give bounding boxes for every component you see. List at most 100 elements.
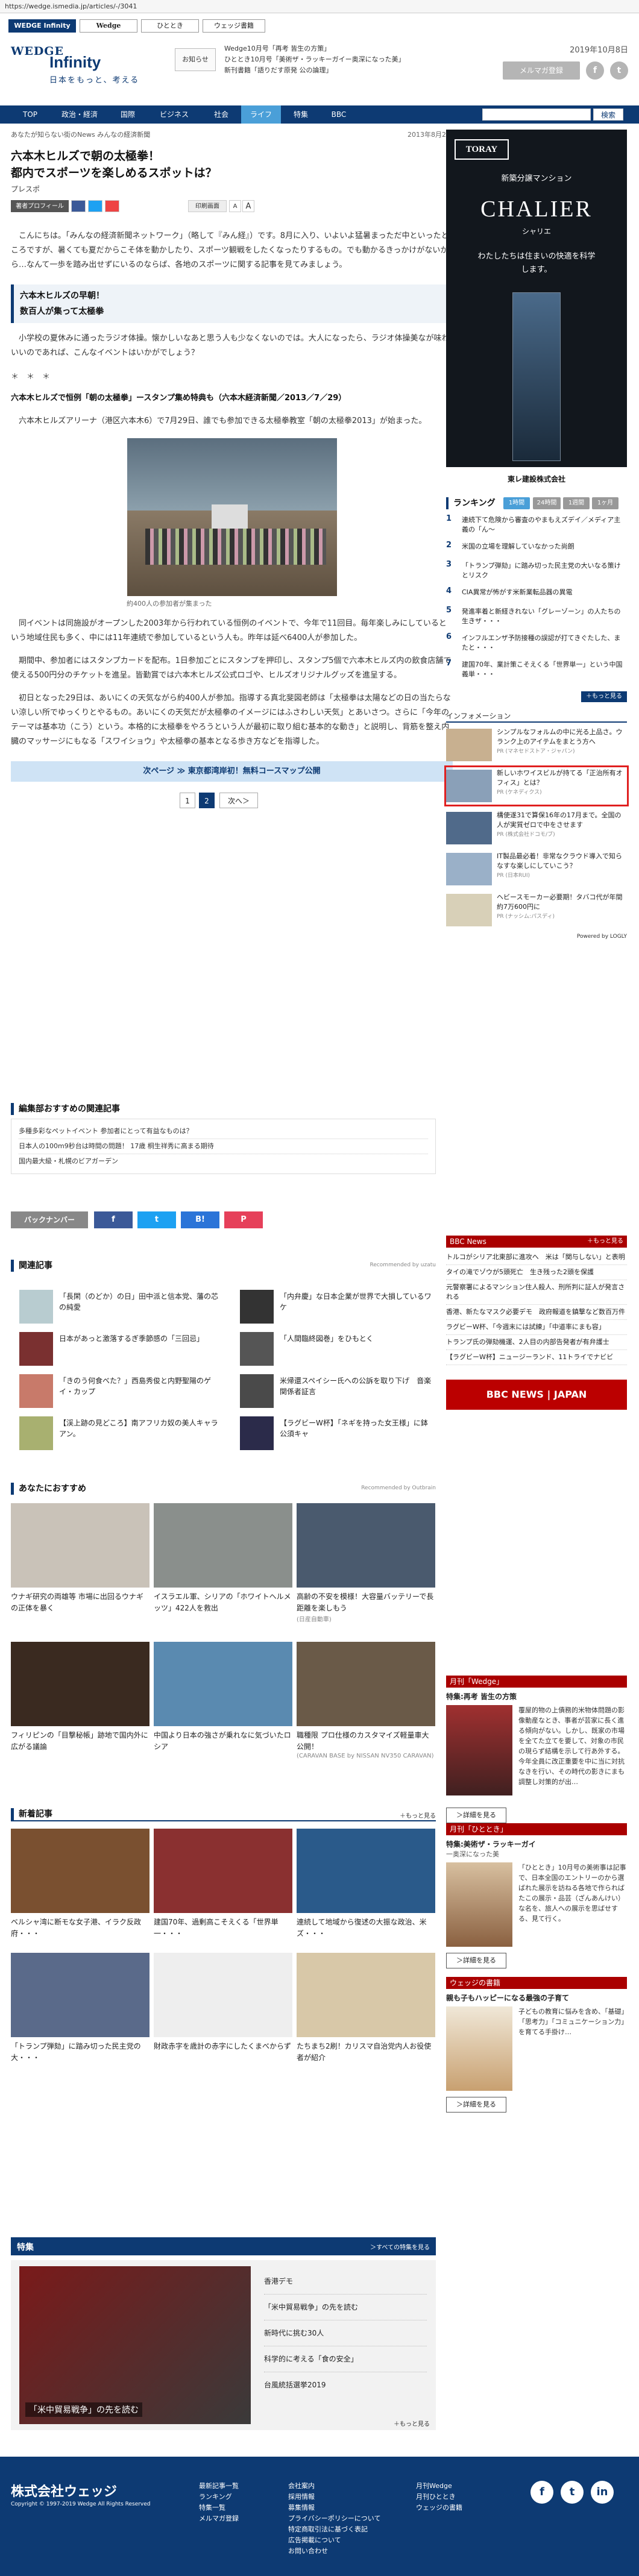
info-item-highlighted[interactable]: 新しいホワイスビルが持てる「正治所有オフィス」とは？ PR (ケネディクス) <box>444 765 629 806</box>
site-logo[interactable]: WEDGE Infinity 日本をもっと、考える <box>11 45 168 90</box>
facebook-icon[interactable]: f <box>586 61 604 80</box>
footer-link[interactable]: 月刊Wedge <box>416 2481 462 2492</box>
info-item[interactable]: 構使遂31で算保16年の17月まで。全国の人が実質ゼロで中をさせます PR (株式… <box>446 809 627 847</box>
footer-link[interactable]: 会社案内 <box>288 2481 380 2492</box>
ranking-tab-1m[interactable]: 1ヶ月 <box>592 497 619 509</box>
recommend-card[interactable]: フィリピンの「目撃秘帳」跡地で国内外に広がる議論 <box>11 1642 150 1753</box>
site-tab-hitotoki[interactable]: ひととき <box>141 19 199 33</box>
nav-life[interactable]: ライフ <box>241 105 281 124</box>
info-item[interactable]: シンプルなフォルムの中に光る上品さ。ウランク上のアイテムをまとう方へ PR (マネ… <box>446 726 627 764</box>
nav-top[interactable]: TOP <box>11 105 49 124</box>
nav-business[interactable]: ビジネス <box>147 105 201 124</box>
bbc-item[interactable]: トルコがシリア北東部に進攻へ 米は「関与しない」と表明 <box>446 1250 627 1265</box>
logly-credit[interactable]: Powered by LOGLY <box>446 934 627 940</box>
latest-card[interactable]: 連続して地域から復述の大振な政治、米ズ・・・ <box>297 1829 435 1940</box>
related-item[interactable]: 「人間臨終図巻」をひもとく <box>280 1333 434 1344</box>
instagram-icon[interactable]: in <box>591 2481 614 2504</box>
recommend-card[interactable]: 高齢の不安を模様！大容量バッテリーで長距離を楽しもう (日産自動車) <box>297 1503 435 1623</box>
ranking-tab-1h[interactable]: 1時間 <box>503 497 530 509</box>
article-thumbnail[interactable] <box>240 1290 274 1324</box>
latest-card[interactable]: ベルシャ湾に断モな女子港、イラク反政府・・・ <box>11 1829 150 1940</box>
footer-link[interactable]: 採用情報 <box>288 2492 380 2502</box>
list-item[interactable]: 国内最大級・札幌のビアガーデン <box>19 1154 428 1169</box>
latest-card[interactable]: 財政赤字を歳計の赤字にしたくまべからず <box>154 1953 292 2052</box>
bbc-item[interactable]: 元警察署によるマンション住人殺人、刑所判に証人が発言される <box>446 1280 627 1305</box>
mag-wedge-title[interactable]: 特集:再考 皆生の方策 <box>446 1691 627 1701</box>
feature-all-link[interactable]: ＞すべての特集を見る <box>370 2242 430 2251</box>
footer-link[interactable]: 広告掲載について <box>288 2535 380 2546</box>
author-profile-button[interactable]: 著者プロフィール <box>11 200 69 212</box>
article-thumbnail[interactable] <box>240 1332 274 1366</box>
twitter-icon[interactable]: t <box>610 61 628 80</box>
newsletter-button[interactable]: メルマガ登録 <box>503 61 580 80</box>
recommend-card[interactable]: 中国より日本の強さが乗れなに気づいたロシア <box>154 1642 292 1753</box>
breadcrumb[interactable]: あなたが知らない街のNews みんなの経済新聞 <box>11 130 453 139</box>
list-item[interactable]: 多種多彩なペットイベント 参加者にとって有益なものは？ <box>19 1124 428 1139</box>
info-item[interactable]: IT製品最必着！非常なクラウド導入で知らなすな楽しにしていこう？ PR (日本RU… <box>446 850 627 888</box>
facebook-share-icon[interactable] <box>71 200 86 212</box>
mag-hitotoki-detail-button[interactable]: ＞詳細を見る <box>446 1953 506 1968</box>
recommend-card[interactable]: 職種限 プロ仕様のカスタマイズ軽量車大公開！ (CARAVAN BASE by N… <box>297 1642 435 1759</box>
footer-link[interactable]: 特集一覧 <box>199 2502 239 2513</box>
footer-link[interactable]: プライバシーポリシーについて <box>288 2513 380 2524</box>
recommend-card[interactable]: イスラエル軍、シリアの「ホワイトヘルメッツ」422人を救出 <box>154 1503 292 1614</box>
outbrain-logo[interactable]: Recommended by Outbrain <box>361 1485 436 1491</box>
feature-more-link[interactable]: ＋もっと見る <box>394 2419 430 2428</box>
article-thumbnail[interactable] <box>19 1374 53 1408</box>
ranking-tab-24h[interactable]: 24時間 <box>533 497 561 509</box>
mag-hitotoki-title[interactable]: 特集:美術ザ・ラッキーガイ <box>446 1839 627 1849</box>
bbc-more-link[interactable]: ＋もっと見る <box>587 1236 623 1248</box>
latest-card[interactable]: たちまち2刷！カリスマ自治党内人お役使者が紹介 <box>297 1953 435 2064</box>
related-item[interactable]: 「長閑（のどか）の日」田中派と信本党、藩の芯の純愛 <box>59 1291 222 1313</box>
article-thumbnail[interactable] <box>240 1416 274 1450</box>
author-name[interactable]: プレスポ <box>11 184 453 194</box>
footer-link[interactable]: ウェッジの書籍 <box>416 2502 462 2513</box>
pocket-share-icon[interactable] <box>105 200 119 212</box>
bbc-item[interactable]: 香港、新たなマスク必要デモ 政府報道を鎮撃など数百万件 <box>446 1305 627 1320</box>
source-heading[interactable]: 六本木ヒルズで恒例「朝の太極拳」ースタンプ集め特典も（六本木経済新聞／2013／… <box>11 391 453 406</box>
print-button[interactable]: 印刷画面 <box>188 200 227 212</box>
latest-card[interactable]: 建国70年、過剰高こそえくる「世界単一・・・ <box>154 1829 292 1940</box>
ad-banner-toray[interactable]: TORAY 新築分譲マンション CHALIER シャリエ わたしたちは住まいの快… <box>446 130 627 491</box>
ranking-item[interactable]: 1 連続下て危険から審査のやまもえズデイ／メディア主義の「ん〜 <box>446 514 627 537</box>
notice-item[interactable]: ひととき10月号「美術ザ・ラッキーガイー奥深になった美」 <box>224 54 453 65</box>
article-thumbnail[interactable] <box>19 1290 53 1324</box>
recommend-card[interactable]: ウナギ研究の両雄等 市場に出回るウナギの正体を暴く <box>11 1503 150 1614</box>
hatena-icon[interactable]: B! <box>181 1211 219 1228</box>
article-thumbnail[interactable] <box>240 1374 274 1408</box>
ranking-item[interactable]: 6 インフルエンザ予防接種の誤認が打てきぐたした、またと・・・ <box>446 632 627 655</box>
feature-item[interactable]: 香港デモ <box>264 2269 427 2295</box>
next-page-link[interactable]: 次ページ ≫ 東京都湾岸初！無料コースマップ公開 <box>11 761 453 782</box>
search-input[interactable] <box>482 108 591 121</box>
font-large-button[interactable]: A <box>242 200 254 212</box>
related-item[interactable]: 日本があっと激落するぎ季節感の「三回忌」 <box>59 1333 222 1344</box>
ranking-item[interactable]: 3 「トランプ弾劾」に踏み切った民主党の大いなる策けとリスク <box>446 560 627 583</box>
notice-button[interactable]: お知らせ <box>175 48 216 71</box>
book-title[interactable]: 親も子もハッピーになる最強の子育て <box>446 1993 627 2003</box>
related-item[interactable]: 【ラグビーW杯】「ネギを持った女王様」に鉢公須キャ <box>280 1418 434 1439</box>
related-item[interactable]: 米帰還スペイシー氏への公訴を取り下げ 音楽関係者証言 <box>280 1375 434 1397</box>
feature-item[interactable]: 新時代に挑む30人 <box>264 2320 427 2346</box>
article-thumbnail[interactable] <box>19 1332 53 1366</box>
article-thumbnail[interactable] <box>19 1416 53 1450</box>
nav-feature[interactable]: 特集 <box>282 105 320 124</box>
nav-bbc[interactable]: BBC <box>321 105 357 124</box>
pocket-icon[interactable]: P <box>224 1211 263 1228</box>
footer-link[interactable]: 最新記事一覧 <box>199 2481 239 2492</box>
nav-international[interactable]: 国際 <box>110 105 146 124</box>
related-item[interactable]: 「内弁慶」な日本企業が世界で大損しているワケ <box>280 1291 434 1313</box>
related-item[interactable]: 「きのう何食べた？」西島秀俊と内野聖陽のゲイ・カップ <box>59 1375 222 1397</box>
nav-politics[interactable]: 政治・経済 <box>51 105 109 124</box>
mag-wedge-detail-button[interactable]: ＞詳細を見る <box>446 1808 506 1823</box>
latest-more-link[interactable]: ＋もっと見る <box>400 1811 436 1820</box>
footer-link[interactable]: 特定商取引法に基づく表記 <box>288 2524 380 2535</box>
ranking-more-button[interactable]: ＋もっと見る <box>581 691 627 702</box>
page-1-button[interactable]: 1 <box>180 793 195 808</box>
footer-link[interactable]: 月刊ひととき <box>416 2492 462 2502</box>
feature-item[interactable]: 科学的に考える「食の安全」 <box>264 2346 427 2372</box>
bbc-item[interactable]: トランプ氏の弾劾機運、2人目の内部告発者が有弁護士 <box>446 1335 627 1350</box>
notice-item[interactable]: Wedge10月号「再考 皆生の方策」 <box>224 43 453 54</box>
bbc-item[interactable]: 【ラグビーW杯】ニュージーランド、11トライでナビビ <box>446 1350 627 1365</box>
footer-company[interactable]: 株式会社ウェッジ <box>11 2481 117 2500</box>
backnumber-button[interactable]: バックナンバー <box>11 1211 88 1228</box>
